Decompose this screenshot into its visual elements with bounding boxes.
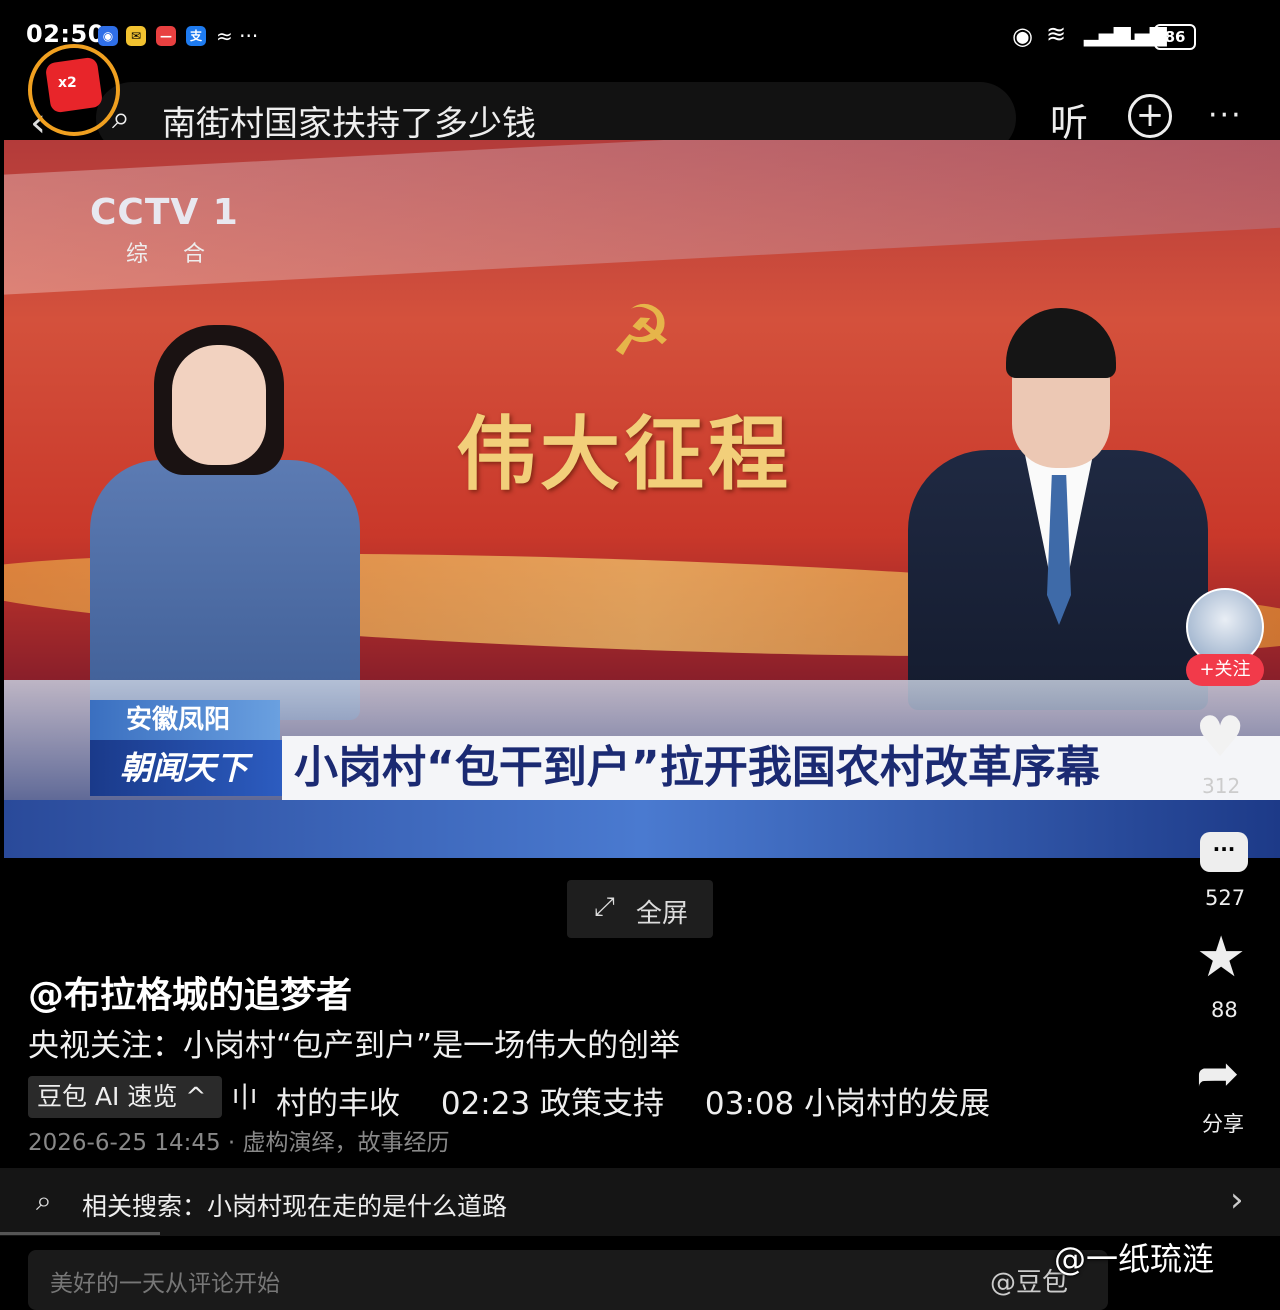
male-anchor-hair <box>1006 308 1116 378</box>
app-notification-icon: — <box>156 26 176 46</box>
channel-sub: 综 合 <box>126 242 219 267</box>
favorite-icon[interactable]: ★ <box>1196 928 1246 988</box>
wifi-icon: ≋ <box>1046 20 1067 48</box>
add-icon[interactable]: + <box>1128 94 1172 138</box>
comment-count: 527 <box>1205 886 1246 910</box>
channel-logo: CCTV 1 <box>90 192 239 233</box>
ai-summary-label: 豆包 AI 速览 ^ <box>37 1082 207 1111</box>
ticker-bar <box>4 800 1280 858</box>
post-meta: 2026-6-25 14:45 · 虚构演绎，故事经历 <box>28 1130 450 1156</box>
headline-bar: 小岗村“包干到户”拉开我国农村改革序幕 <box>282 736 1280 800</box>
chevron-right-icon[interactable]: › <box>1230 1180 1244 1220</box>
expand-icon: ⤢ <box>594 892 615 922</box>
listen-button[interactable]: 听 <box>1050 92 1088 147</box>
search-icon: ⌕ <box>36 1184 52 1217</box>
eye-icon: ◉ <box>1012 22 1033 50</box>
reward-multiplier: x2 <box>58 75 77 91</box>
video-player[interactable]: CCTV 1 综 合 ☭ 伟大征程 安徽凤阳 朝闻天下 小岗村“包干到户”拉开我… <box>4 140 1280 858</box>
ai-summary-button[interactable]: 豆包 AI 速览 ^ <box>28 1076 222 1118</box>
more-icon[interactable]: ··· <box>1208 98 1243 133</box>
follow-button[interactable]: +关注 <box>1186 654 1264 686</box>
share-icon[interactable]: ➦ <box>1196 1046 1240 1102</box>
location-tag: 安徽凤阳 <box>90 700 280 740</box>
female-anchor-face <box>172 345 266 465</box>
weibo-watermark: @一纸琉涟 <box>1054 1240 1215 1278</box>
notification-icon: ◉ <box>98 26 118 46</box>
author-name[interactable]: @布拉格城的追梦者 <box>28 966 352 1018</box>
comment-icon[interactable]: ··· <box>1200 832 1248 872</box>
favorite-count: 88 <box>1211 998 1238 1022</box>
video-progress[interactable] <box>0 1232 160 1235</box>
battery-indicator: 86 <box>1154 24 1196 50</box>
backdrop-title: 伟大征程 <box>456 407 792 501</box>
related-search-text[interactable]: 相关搜索：小岗村现在走的是什么道路 <box>82 1187 507 1223</box>
chapter-list[interactable]: 村的丰收 02:23 政策支持 03:08 小岗村的发展 <box>276 1078 990 1123</box>
program-tag: 朝闻天下 <box>90 740 282 796</box>
headline-text: 小岗村“包干到户”拉开我国农村改革序幕 <box>294 742 1100 793</box>
like-count: 312 <box>1202 774 1241 798</box>
search-query[interactable]: 南街村国家扶持了多少钱 <box>162 96 536 145</box>
comment-placeholder: 美好的一天从评论开始 <box>50 1271 280 1297</box>
share-label: 分享 <box>1202 1112 1244 1136</box>
fullscreen-label: 全屏 <box>636 899 689 929</box>
party-emblem-icon: ☭ <box>610 290 673 372</box>
audio-wave-icon: ı|ı <box>232 1080 259 1110</box>
program-text: 朝闻天下 <box>120 749 249 787</box>
like-icon[interactable]: ♥ <box>1195 708 1245 768</box>
alipay-icon: 支 <box>186 26 206 46</box>
mail-icon: ✉ <box>126 26 146 46</box>
post-caption: 央视关注：小岗村“包产到户”是一场伟大的创举 <box>28 1028 681 1064</box>
location-text: 安徽凤阳 <box>126 705 231 735</box>
misc-notification-icon: ≈ ··· <box>216 24 259 48</box>
